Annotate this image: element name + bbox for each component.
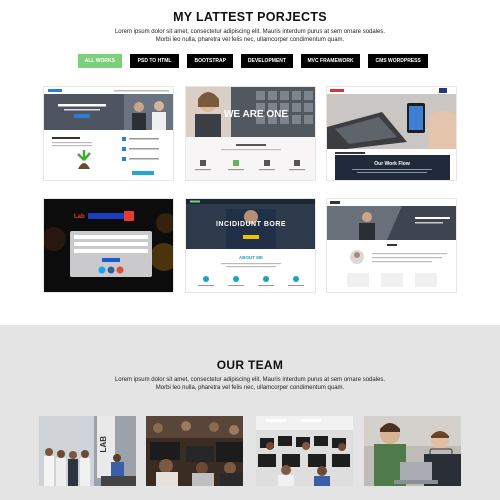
filter-all-works[interactable]: ALL WORKS bbox=[78, 54, 122, 68]
students-laptop-photo bbox=[364, 416, 461, 486]
computer-lab-photo bbox=[256, 416, 353, 486]
we-are-one-preview: WE ARE ONE bbox=[186, 87, 315, 180]
team-title: OUR TEAM bbox=[216, 358, 284, 372]
projects-description: Lorem ipsum dolor sit amet, consectetur … bbox=[114, 29, 386, 43]
incididunt-preview: INCIDIDUNT BORE ABOUT ME bbox=[186, 199, 315, 292]
thumb3-panel-title: Our Work Flow bbox=[374, 161, 410, 167]
filter-psd-to-html[interactable]: PSD TO HTML bbox=[129, 54, 180, 68]
projects-section: MY LATTEST PORJECTS Lorem ipsum dolor si… bbox=[0, 0, 500, 325]
thumb5-about: ABOUT ME bbox=[239, 255, 263, 260]
login-screen-preview: Lab bbox=[44, 199, 173, 292]
project-thumb-3[interactable]: Our Work Flow bbox=[326, 86, 457, 181]
project-thumb-5[interactable]: INCIDIDUNT BORE ABOUT ME bbox=[185, 198, 316, 293]
team-photo-1[interactable]: LAB bbox=[39, 416, 136, 486]
classroom-photo bbox=[146, 416, 243, 486]
page: MY LATTEST PORJECTS Lorem ipsum dolor si… bbox=[0, 0, 500, 500]
project-thumb-2[interactable]: WE ARE ONE bbox=[185, 86, 316, 181]
filter-cms-wordpress[interactable]: CMS WORDPRESS bbox=[368, 54, 428, 68]
team-photo-2[interactable] bbox=[146, 416, 243, 486]
business-website-preview bbox=[44, 87, 173, 180]
lab-group-photo: LAB bbox=[39, 416, 136, 486]
filter-development[interactable]: DEVELOPMENT bbox=[241, 54, 293, 68]
project-thumb-6[interactable] bbox=[326, 198, 457, 293]
thumb2-headline: WE ARE ONE bbox=[224, 109, 288, 120]
filter-bootstrap[interactable]: BOOTSTRAP bbox=[187, 54, 234, 68]
team-description: Lorem ipsum dolor sit amet, consectetur … bbox=[114, 377, 386, 391]
project-filters: ALL WORKS PSD TO HTML BOOTSTRAP DEVELOPM… bbox=[78, 54, 428, 68]
team-section: OUR TEAM Lorem ipsum dolor sit amet, con… bbox=[0, 325, 500, 500]
projects-title: MY LATTEST PORJECTS bbox=[173, 10, 327, 24]
creative-designer-preview bbox=[327, 199, 456, 292]
team-photo-3[interactable] bbox=[256, 416, 353, 486]
team-photo-4[interactable] bbox=[364, 416, 461, 486]
filter-mvc-framework[interactable]: MVC FRAMEWORK bbox=[300, 54, 361, 68]
project-thumb-1[interactable] bbox=[43, 86, 174, 181]
thumb5-headline: INCIDIDUNT BORE bbox=[216, 221, 286, 228]
svg-text:Lab: Lab bbox=[74, 214, 85, 220]
workflow-preview: Our Work Flow bbox=[327, 87, 456, 180]
project-thumb-4[interactable]: Lab bbox=[43, 198, 174, 293]
lab-sign: LAB bbox=[99, 436, 108, 453]
